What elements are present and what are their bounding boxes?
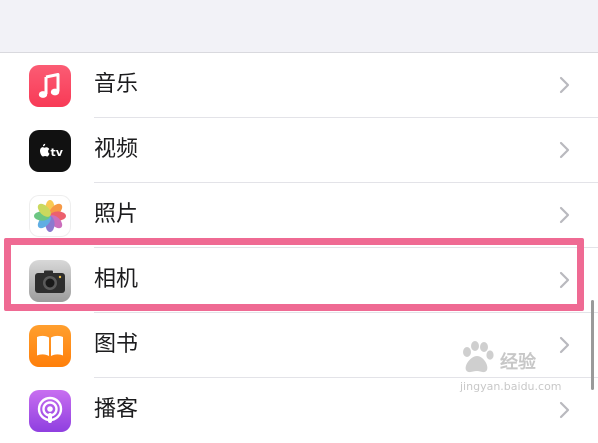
watermark-url: jingyan.baidu.com xyxy=(460,380,562,393)
camera-app-icon xyxy=(29,260,71,302)
settings-row-tv[interactable]: tv 视频 xyxy=(0,118,598,183)
chevron-right-icon xyxy=(559,271,570,289)
settings-row-label: 视频 xyxy=(94,137,139,162)
top-section-background xyxy=(0,0,598,53)
apple-tv-app-icon: tv xyxy=(29,130,71,172)
settings-row-label: 播客 xyxy=(94,397,139,422)
chevron-right-icon xyxy=(559,206,570,224)
podcasts-app-icon xyxy=(29,390,71,432)
watermark-text: 经验 xyxy=(500,352,536,373)
books-app-icon xyxy=(29,325,71,367)
photos-app-icon xyxy=(29,195,71,237)
baidu-paw-icon xyxy=(463,341,494,373)
chevron-right-icon xyxy=(559,401,570,419)
tv-icon-text: tv xyxy=(51,146,64,159)
settings-row-music[interactable]: 音乐 xyxy=(0,53,598,118)
settings-row-label: 图书 xyxy=(94,332,139,357)
music-app-icon xyxy=(29,65,71,107)
settings-row-label: 相机 xyxy=(94,267,139,292)
settings-row-label: 音乐 xyxy=(94,72,139,97)
settings-row-camera[interactable]: 相机 xyxy=(0,248,598,313)
chevron-right-icon xyxy=(559,141,570,159)
settings-row-label: 照片 xyxy=(94,202,139,227)
settings-row-photos[interactable]: 照片 xyxy=(0,183,598,248)
chevron-right-icon xyxy=(559,76,570,94)
baidu-jingyan-watermark: 经验 jingyan.baidu.com xyxy=(452,336,592,402)
